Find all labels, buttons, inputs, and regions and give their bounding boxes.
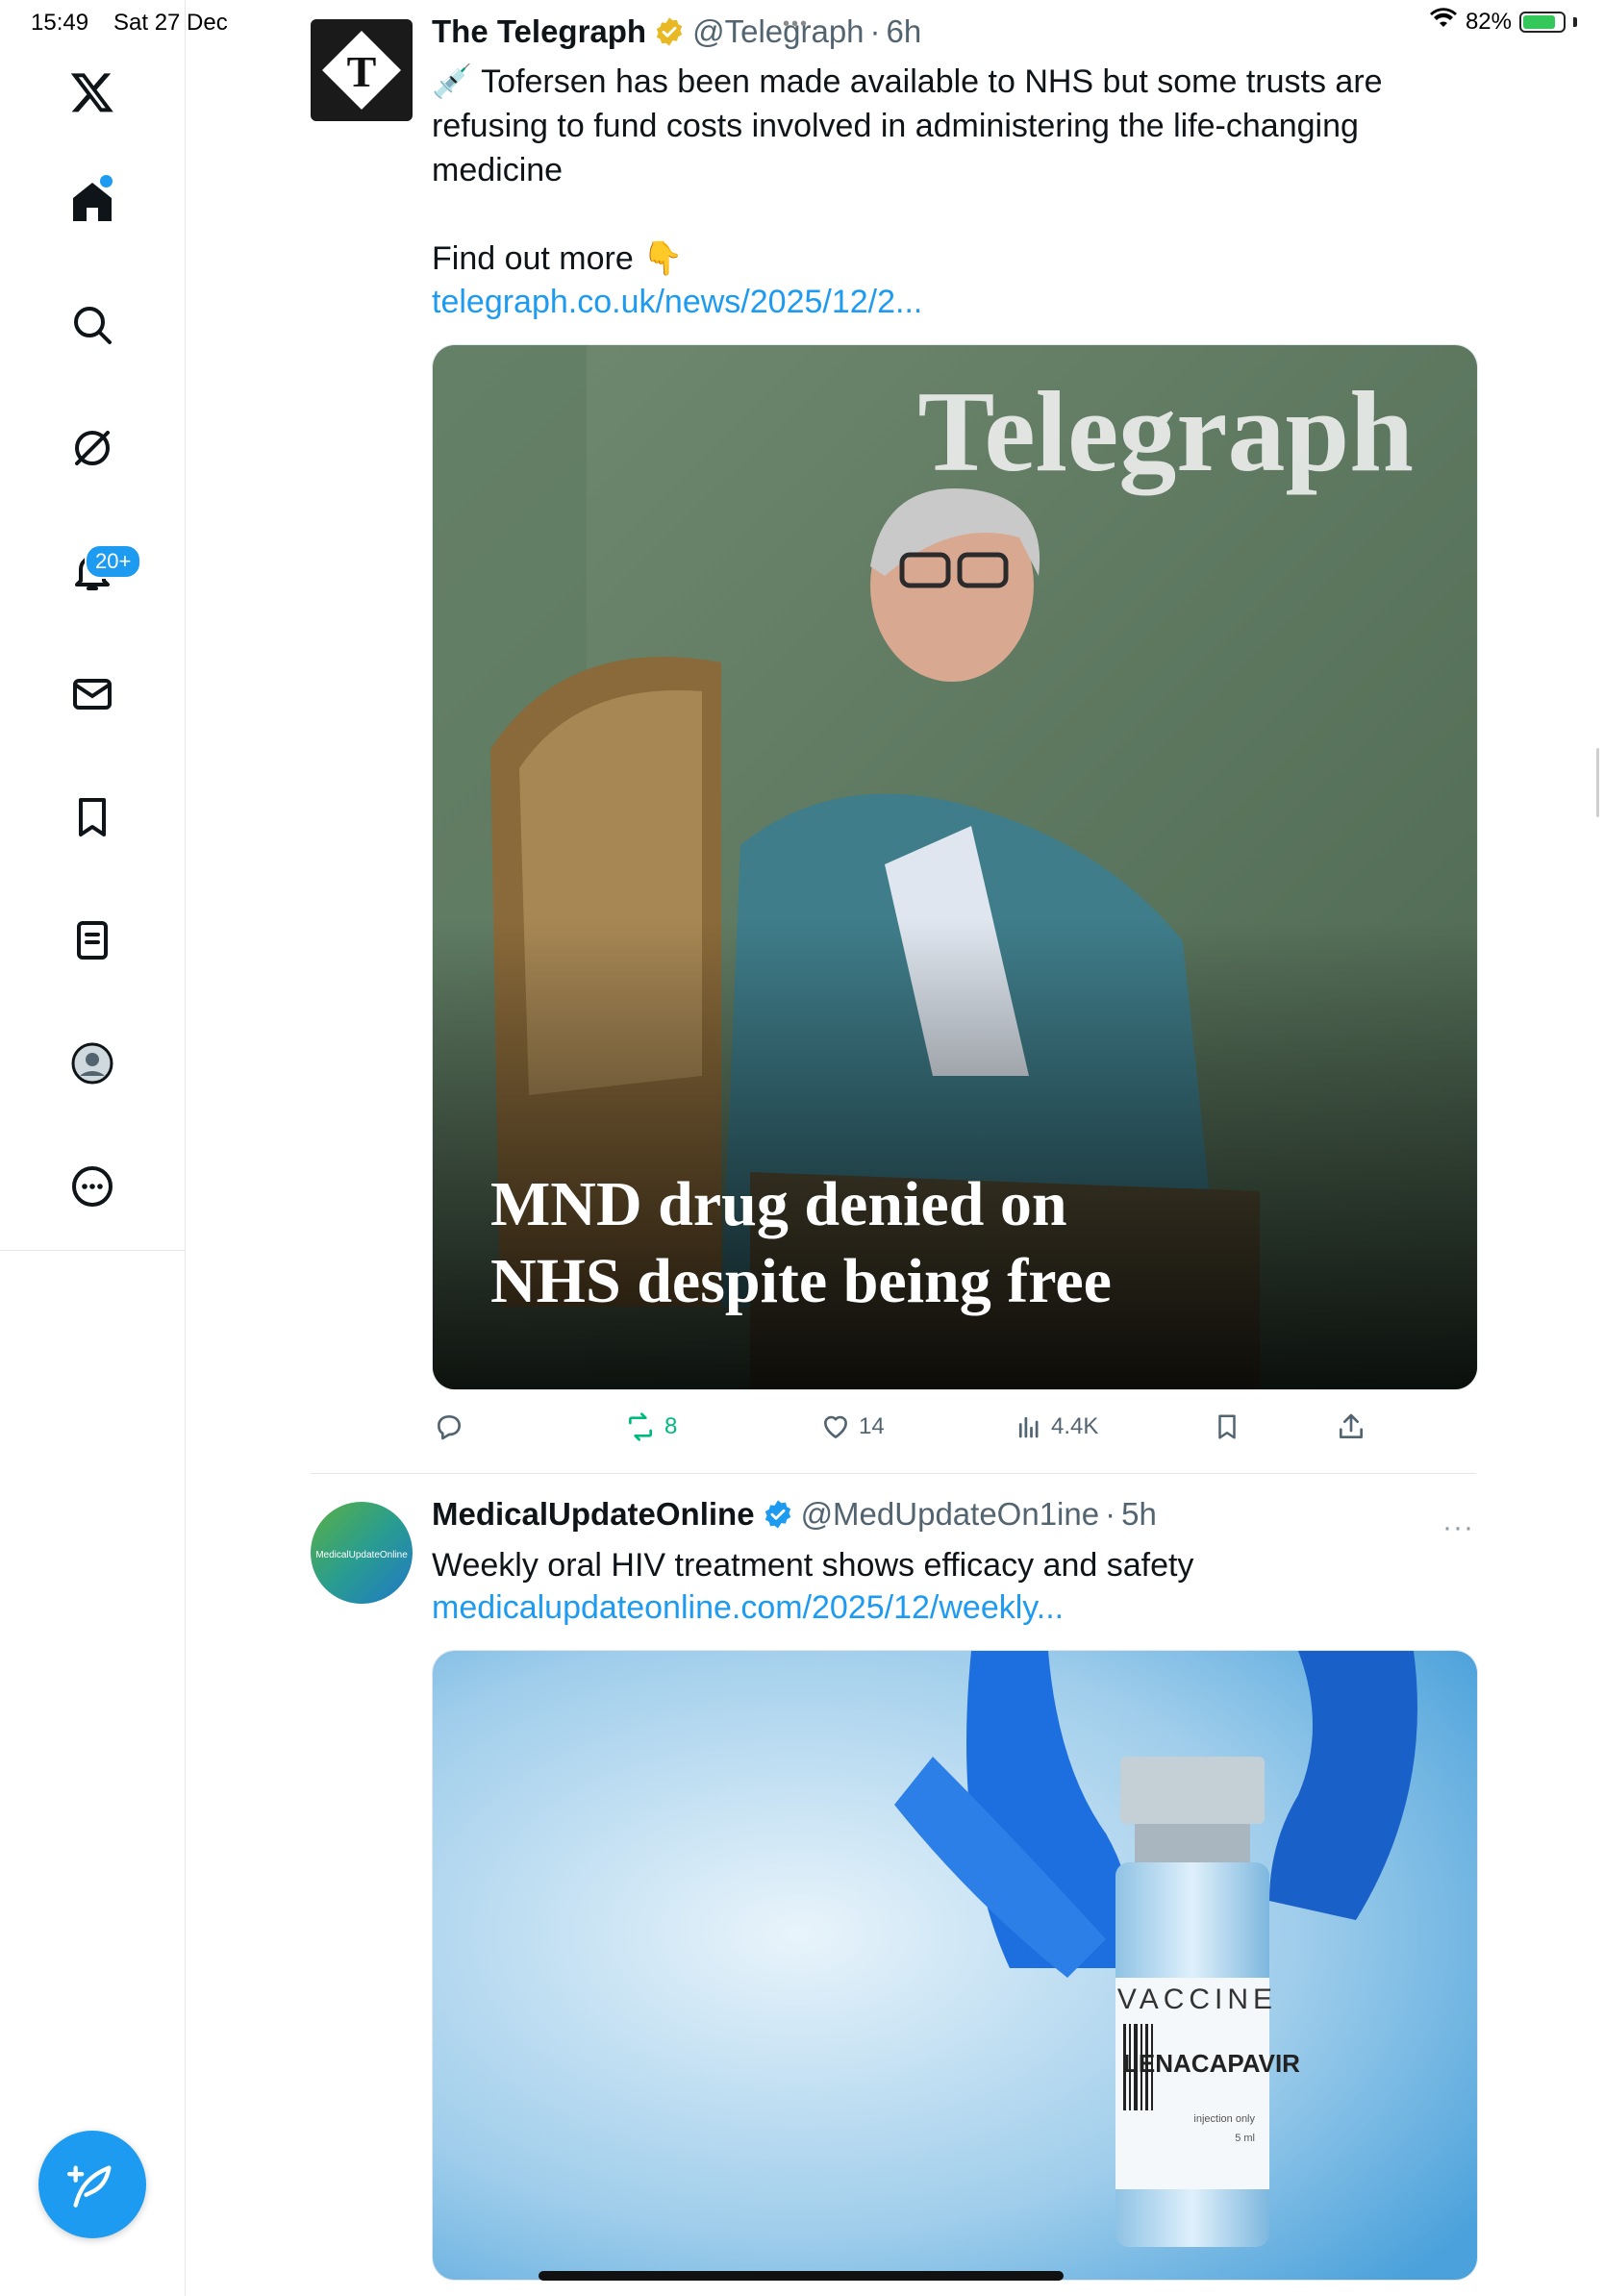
medicalupdateonline-avatar[interactable]: MedicalUpdateOnline [311, 1502, 413, 1604]
lists-icon[interactable] [62, 910, 123, 971]
vaccine-vial-photo: VACCINE LENACAPAVIR injection only 5 ml [433, 1651, 1477, 2280]
battery-cap [1573, 16, 1577, 27]
wifi-icon [1429, 8, 1458, 36]
tweet-time[interactable]: 6h [887, 13, 922, 50]
views-button[interactable]: 4.4K [1015, 1411, 1098, 1442]
home-icon[interactable] [62, 171, 123, 233]
image-headline-line1: MND drug denied on [490, 1169, 1067, 1239]
status-right: 82% [1429, 8, 1577, 36]
author-name[interactable]: MedicalUpdateOnline [432, 1496, 755, 1533]
compose-post-button[interactable] [38, 2131, 146, 2238]
image-headline-line2: NHS despite being free [490, 1246, 1112, 1316]
retweet-button[interactable]: 8 [624, 1411, 677, 1442]
reply-button[interactable] [434, 1411, 472, 1442]
home-notification-dot [98, 173, 114, 189]
tweet-header: The Telegraph @Telegraph · 6h [432, 13, 921, 50]
bookmark-button[interactable] [1213, 1411, 1241, 1442]
vial-label-vaccine: VACCINE [1117, 1984, 1277, 2015]
view-count: 4.4K [1051, 1413, 1099, 1439]
reply-icon [438, 1415, 461, 1440]
sidebar-divider [185, 0, 186, 2296]
separator-dot: · [869, 13, 881, 49]
avatar-text: MedicalUpdateOnline [315, 1550, 408, 1560]
vial-label-drug: LENACAPAVIR [1123, 2049, 1300, 2078]
svg-text:T: T [347, 47, 377, 96]
battery-percent: 82% [1465, 8, 1512, 35]
bookmark-icon [1218, 1414, 1236, 1439]
author-handle[interactable]: @Telegraph [692, 13, 864, 50]
tweet-link[interactable]: medicalupdateonline.com/2025/12/weekly..… [432, 1589, 1064, 1627]
notifications-badge: 20+ [85, 544, 142, 579]
article-image[interactable]: Telegraph MND drug denied on NHS despite… [432, 344, 1478, 1390]
like-button[interactable]: 14 [820, 1411, 885, 1442]
retweet-count: 8 [664, 1413, 678, 1439]
heart-icon [824, 1415, 847, 1438]
vial-label-volume: 5 ml [1235, 2133, 1255, 2144]
battery-icon [1519, 11, 1566, 33]
tweet-more-options-icon[interactable]: ··· [1442, 1511, 1474, 1544]
tweet-text: Weekly oral HIV treatment shows efficacy… [432, 1547, 1194, 1584]
analytics-bars-icon [1018, 1416, 1039, 1438]
x-logo-icon[interactable] [62, 62, 123, 123]
author-name[interactable]: The Telegraph [432, 13, 646, 50]
profile-avatar-icon[interactable] [62, 1033, 123, 1094]
retweet-icon [629, 1412, 652, 1441]
more-options-icon[interactable] [62, 1156, 123, 1217]
bookmarks-icon[interactable] [62, 786, 123, 848]
tweet-header: MedicalUpdateOnline @MedUpdateOn1ine · 5… [432, 1496, 1157, 1533]
tweet-divider [311, 1473, 1476, 1474]
search-icon[interactable] [62, 294, 123, 356]
tweet-link[interactable]: telegraph.co.uk/news/2025/12/2... [432, 284, 922, 321]
feather-plus-icon [67, 2165, 112, 2208]
tweet-action-bar: 8 14 4.4K [432, 1406, 1476, 1452]
scroll-indicator[interactable] [1596, 748, 1599, 817]
article-image[interactable]: VACCINE LENACAPAVIR injection only 5 ml [432, 1650, 1478, 2281]
like-count: 14 [859, 1413, 885, 1439]
vial-label-note: injection only [1193, 2113, 1255, 2125]
verified-blue-badge-icon [763, 1499, 793, 1530]
telegraph-masthead: Telegraph [917, 367, 1414, 496]
tweet-time[interactable]: 5h [1121, 1496, 1157, 1533]
tweet-text: 💉 Tofersen has been made available to NH… [432, 63, 1383, 277]
share-upload-icon [1340, 1413, 1363, 1438]
telegraph-avatar[interactable]: T [311, 19, 413, 121]
author-handle[interactable]: @MedUpdateOn1ine [801, 1496, 1100, 1533]
grok-icon[interactable] [62, 417, 123, 479]
share-button[interactable] [1336, 1411, 1366, 1442]
home-indicator[interactable] [539, 2271, 1064, 2281]
messages-envelope-icon[interactable] [62, 663, 123, 725]
verified-gold-badge-icon [654, 16, 685, 47]
separator-dot: · [1105, 1496, 1116, 1532]
article-photo: Telegraph MND drug denied on NHS despite… [433, 345, 1477, 1389]
